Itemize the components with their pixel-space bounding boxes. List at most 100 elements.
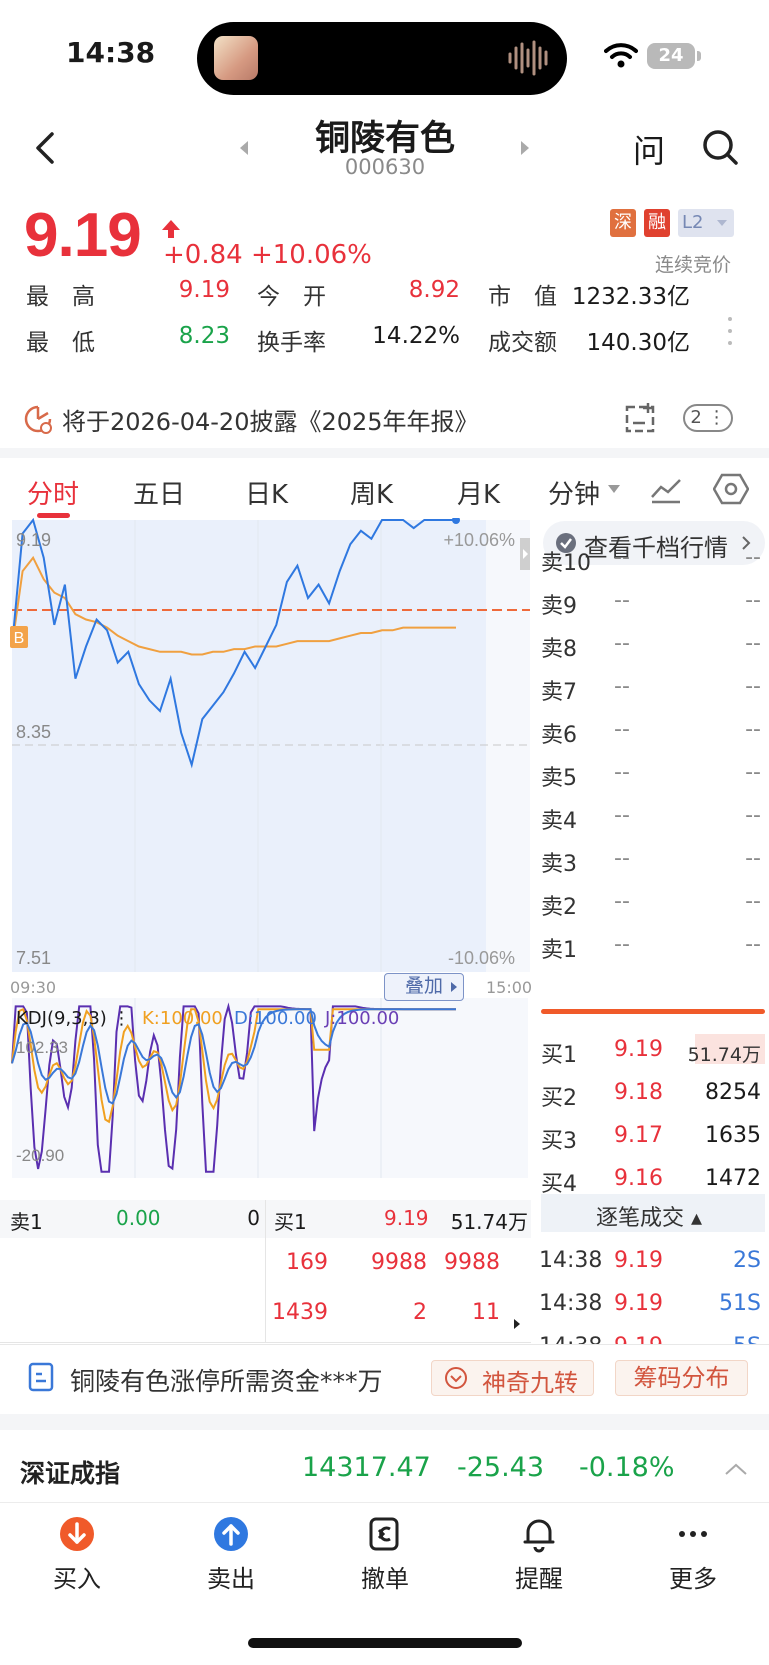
cancel-order-label: 撤单 [361,1565,409,1593]
ask-level-price: -- [614,588,630,613]
stock-name: 铜陵有色 [314,119,455,159]
ask-level-label: 卖9 [541,594,577,619]
next-stock-icon[interactable] [519,139,531,157]
index-change: -25.43 [457,1452,545,1483]
buy-marker-label: B [14,630,25,647]
chevron-right-icon [451,982,457,992]
bid-level-label: 买2 [541,1086,577,1111]
index-change-percent: -0.18% [579,1452,675,1483]
level1-buy-price: 9.19 [384,1206,429,1230]
index-value: 14317.47 [302,1452,431,1483]
prev-stock-icon[interactable] [238,139,250,157]
kdj-j-value: J:100.00 [325,1008,400,1029]
tab-monthly-k[interactable]: 月K [457,474,500,511]
tick-trades-list[interactable]: 14:38 9.19 2S 14:38 9.19 51S 14:38 9.19 5S [535,1240,769,1344]
tick-time: 14:38 [539,1291,603,1316]
limit-up-capital-text[interactable]: 铜陵有色涨停所需资金***万 [70,1362,383,1398]
ask-level-volume: -- [745,889,761,914]
kdj-title[interactable]: KDJ(9,3,3) ⋮ [16,1008,131,1029]
chevron-down-icon [717,220,727,226]
margin-tag: 融 [644,209,670,237]
chart-style-icon[interactable] [649,475,683,505]
tick-price: 9.19 [614,1291,663,1316]
stat-value-open: 8.92 [408,277,460,303]
divider [0,1502,769,1503]
cancel-order-icon [369,1517,399,1551]
settings-hex-icon[interactable] [713,471,749,507]
market-tag-sz: 深 [610,209,636,237]
more-stats-icon[interactable] [727,315,733,347]
ask-level-label: 卖3 [541,852,577,877]
buy-icon [60,1517,94,1551]
buy-label: 买入 [53,1565,101,1593]
overlay-label: 叠加 [404,975,443,997]
bid-level-price: 9.16 [614,1166,663,1191]
cancel-order-button[interactable]: 撤单 [325,1515,445,1594]
wifi-icon [604,43,638,68]
ask-level-price: -- [614,631,630,656]
back-icon[interactable] [30,128,60,168]
play-icon[interactable] [513,1318,521,1330]
tab-minute[interactable]: 分钟 [548,474,600,511]
chevron-down-icon[interactable] [607,484,621,494]
more-label: 更多 [669,1565,717,1593]
battery-indicator: 24 [647,43,695,69]
overlay-button[interactable]: 叠加 [384,973,464,1001]
index-name[interactable]: 深证成指 [20,1454,120,1490]
tab-intraday[interactable]: 分时 [27,474,79,511]
home-indicator [248,1638,522,1648]
announcement-count[interactable]: 2 ⋮ [683,404,733,432]
sell-label: 卖出 [207,1565,255,1593]
stat-label-low: 最 低 [26,330,95,356]
media-thumbnail[interactable] [214,36,258,80]
buy-button[interactable]: 买入 [17,1515,137,1594]
ask-level-label: 卖1 [541,938,577,963]
stat-value-amount: 140.30亿 [586,330,690,356]
level1-cell: 11 [472,1300,500,1325]
bell-icon [523,1519,555,1553]
ask-level-price: -- [614,803,630,828]
bid-level-price: 9.18 [614,1080,663,1105]
ask-level-price: -- [614,717,630,742]
tab-daily-k[interactable]: 日K [245,474,288,511]
bid-level-label: 买1 [541,1043,577,1068]
spread-divider [541,1009,765,1014]
kdj-k-value: K:100.00 [142,1008,223,1029]
time-axis-start: 09:30 [10,978,57,997]
kdj-title-label: KDJ(9,3,3) [16,1008,107,1029]
stat-value-high: 9.19 [178,277,230,303]
audio-wave-icon [508,40,548,76]
ask-level-price: -- [614,932,630,957]
more-button[interactable]: 更多 [633,1515,753,1594]
level2-tag[interactable]: L2 [678,209,734,237]
price-axis-mid: 8.35 [16,722,51,742]
bid-level-volume: 1472 [705,1166,761,1191]
trading-status: 连续竞价 [655,254,732,276]
level2-label: L2 [682,212,704,233]
ask-level-label: 卖5 [541,766,577,791]
stat-label-amount: 成交额 [488,330,557,356]
price-axis-bottom: 7.51 [16,948,51,968]
alert-label: 提醒 [515,1565,563,1593]
sell-button[interactable]: 卖出 [171,1515,291,1594]
ask-level-price: -- [614,889,630,914]
ask-level-label: 卖2 [541,895,577,920]
alert-button[interactable]: 提醒 [479,1515,599,1594]
intraday-chart[interactable]: B 9.19 8.35 7.51 +10.06% -10.06% 102.33 … [10,518,530,1183]
change-value: +0.84 [163,240,243,270]
tick-volume: 2S [733,1248,761,1273]
price-change: +0.84 +10.06% [163,240,372,270]
add-calendar-icon[interactable] [624,401,658,435]
chip-distribution-button[interactable]: 筹码分布 [615,1360,748,1396]
chevron-up-icon[interactable] [724,1462,748,1476]
ask-button[interactable]: 问 [633,126,665,172]
tab-five-day[interactable]: 五日 [133,474,185,511]
tab-weekly-k[interactable]: 周K [350,474,393,511]
status-time: 14:38 [66,36,156,69]
ask-level-volume: -- [745,588,761,613]
bid-level-volume: 1635 [705,1123,761,1148]
search-icon[interactable] [701,128,739,168]
bid-level-volume: 51.74万 [687,1044,761,1066]
level1-buy-volume: 51.74万 [450,1210,528,1234]
level1-sell-label: 卖1 [10,1210,43,1234]
